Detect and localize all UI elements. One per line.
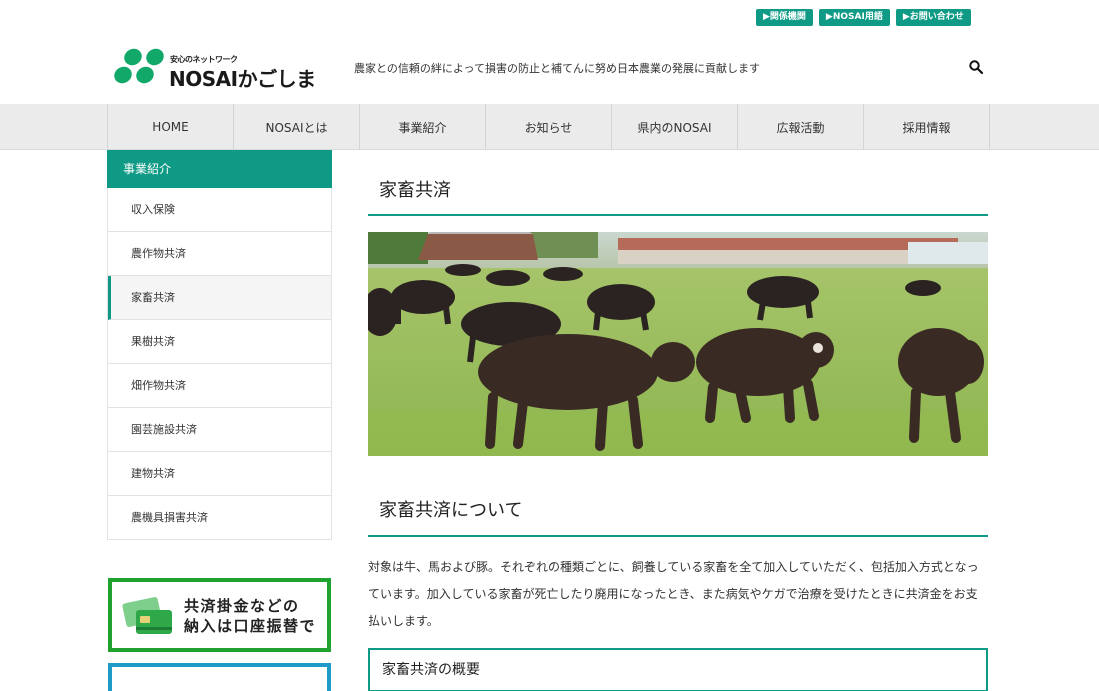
page-title: 家畜共済 (379, 180, 451, 201)
global-nav: HOME NOSAIとは 事業紹介 お知らせ 県内のNOSAI 広報活動 採用情… (0, 104, 1099, 150)
contact-link[interactable]: ▶お問い合わせ (895, 9, 971, 26)
nav-about[interactable]: NOSAIとは (234, 104, 360, 150)
top-links: ▶関係機関 ▶NOSAI用語 ▶お問い合わせ (756, 9, 971, 26)
sidebar-item-fruit-tree-mutual-aid[interactable]: 果樹共済 (108, 320, 331, 364)
section-divider (368, 535, 988, 537)
nav-recruit[interactable]: 採用情報 (864, 104, 990, 150)
secondary-banner[interactable] (108, 663, 331, 691)
logo-mark-icon (114, 48, 164, 84)
nav-home[interactable]: HOME (108, 104, 234, 150)
sidebar-item-crop-mutual-aid[interactable]: 農作物共済 (108, 232, 331, 276)
nosai-glossary-link[interactable]: ▶NOSAI用語 (818, 9, 890, 26)
section-title: 家畜共済について (379, 500, 523, 521)
sidebar: 事業紹介 収入保険 農作物共済 家畜共済 果樹共済 畑作物共済 園芸施設共済 建… (107, 150, 332, 540)
banner-line-1: 共済掛金などの (184, 597, 300, 615)
nav-prefecture-nosai[interactable]: 県内のNOSAI (612, 104, 738, 150)
nav-news[interactable]: お知らせ (486, 104, 612, 150)
sidebar-item-livestock-mutual-aid[interactable]: 家畜共済 (108, 276, 331, 320)
sidebar-list: 収入保険 農作物共済 家畜共済 果樹共済 畑作物共済 園芸施設共済 建物共済 農… (107, 188, 332, 540)
sidebar-item-income-insurance[interactable]: 収入保険 (108, 188, 331, 232)
bank-transfer-banner[interactable]: 共済掛金などの 納入は口座振替で (108, 578, 331, 652)
title-divider (368, 214, 988, 216)
related-orgs-link[interactable]: ▶関係機関 (756, 9, 813, 26)
cattle-photo (368, 232, 988, 456)
section-paragraph: 対象は牛、馬および豚。それぞれの種類ごとに、飼養している家畜を全て加入していただ… (368, 560, 979, 628)
nav-pr[interactable]: 広報活動 (738, 104, 864, 150)
site-logo[interactable]: 安心のネットワーク NOSAIかごしま (113, 47, 333, 91)
nav-services[interactable]: 事業紹介 (360, 104, 486, 150)
search-icon[interactable] (968, 59, 984, 75)
overview-heading: 家畜共済の概要 (368, 648, 988, 691)
sidebar-title: 事業紹介 (107, 150, 332, 188)
bank-card-icon (122, 597, 172, 634)
sidebar-item-field-crop-mutual-aid[interactable]: 畑作物共済 (108, 364, 331, 408)
sidebar-item-greenhouse-mutual-aid[interactable]: 園芸施設共済 (108, 408, 331, 452)
sidebar-item-building-mutual-aid[interactable]: 建物共済 (108, 452, 331, 496)
banner-line-2: 納入は口座振替で (184, 617, 317, 635)
site-tagline: 農家との信頼の絆によって損害の防止と補てんに努め日本農業の発展に貢献します (354, 62, 761, 75)
logo-name: NOSAIかごしま (169, 67, 316, 91)
sidebar-item-farm-machinery-mutual-aid[interactable]: 農機具損害共済 (108, 496, 331, 540)
